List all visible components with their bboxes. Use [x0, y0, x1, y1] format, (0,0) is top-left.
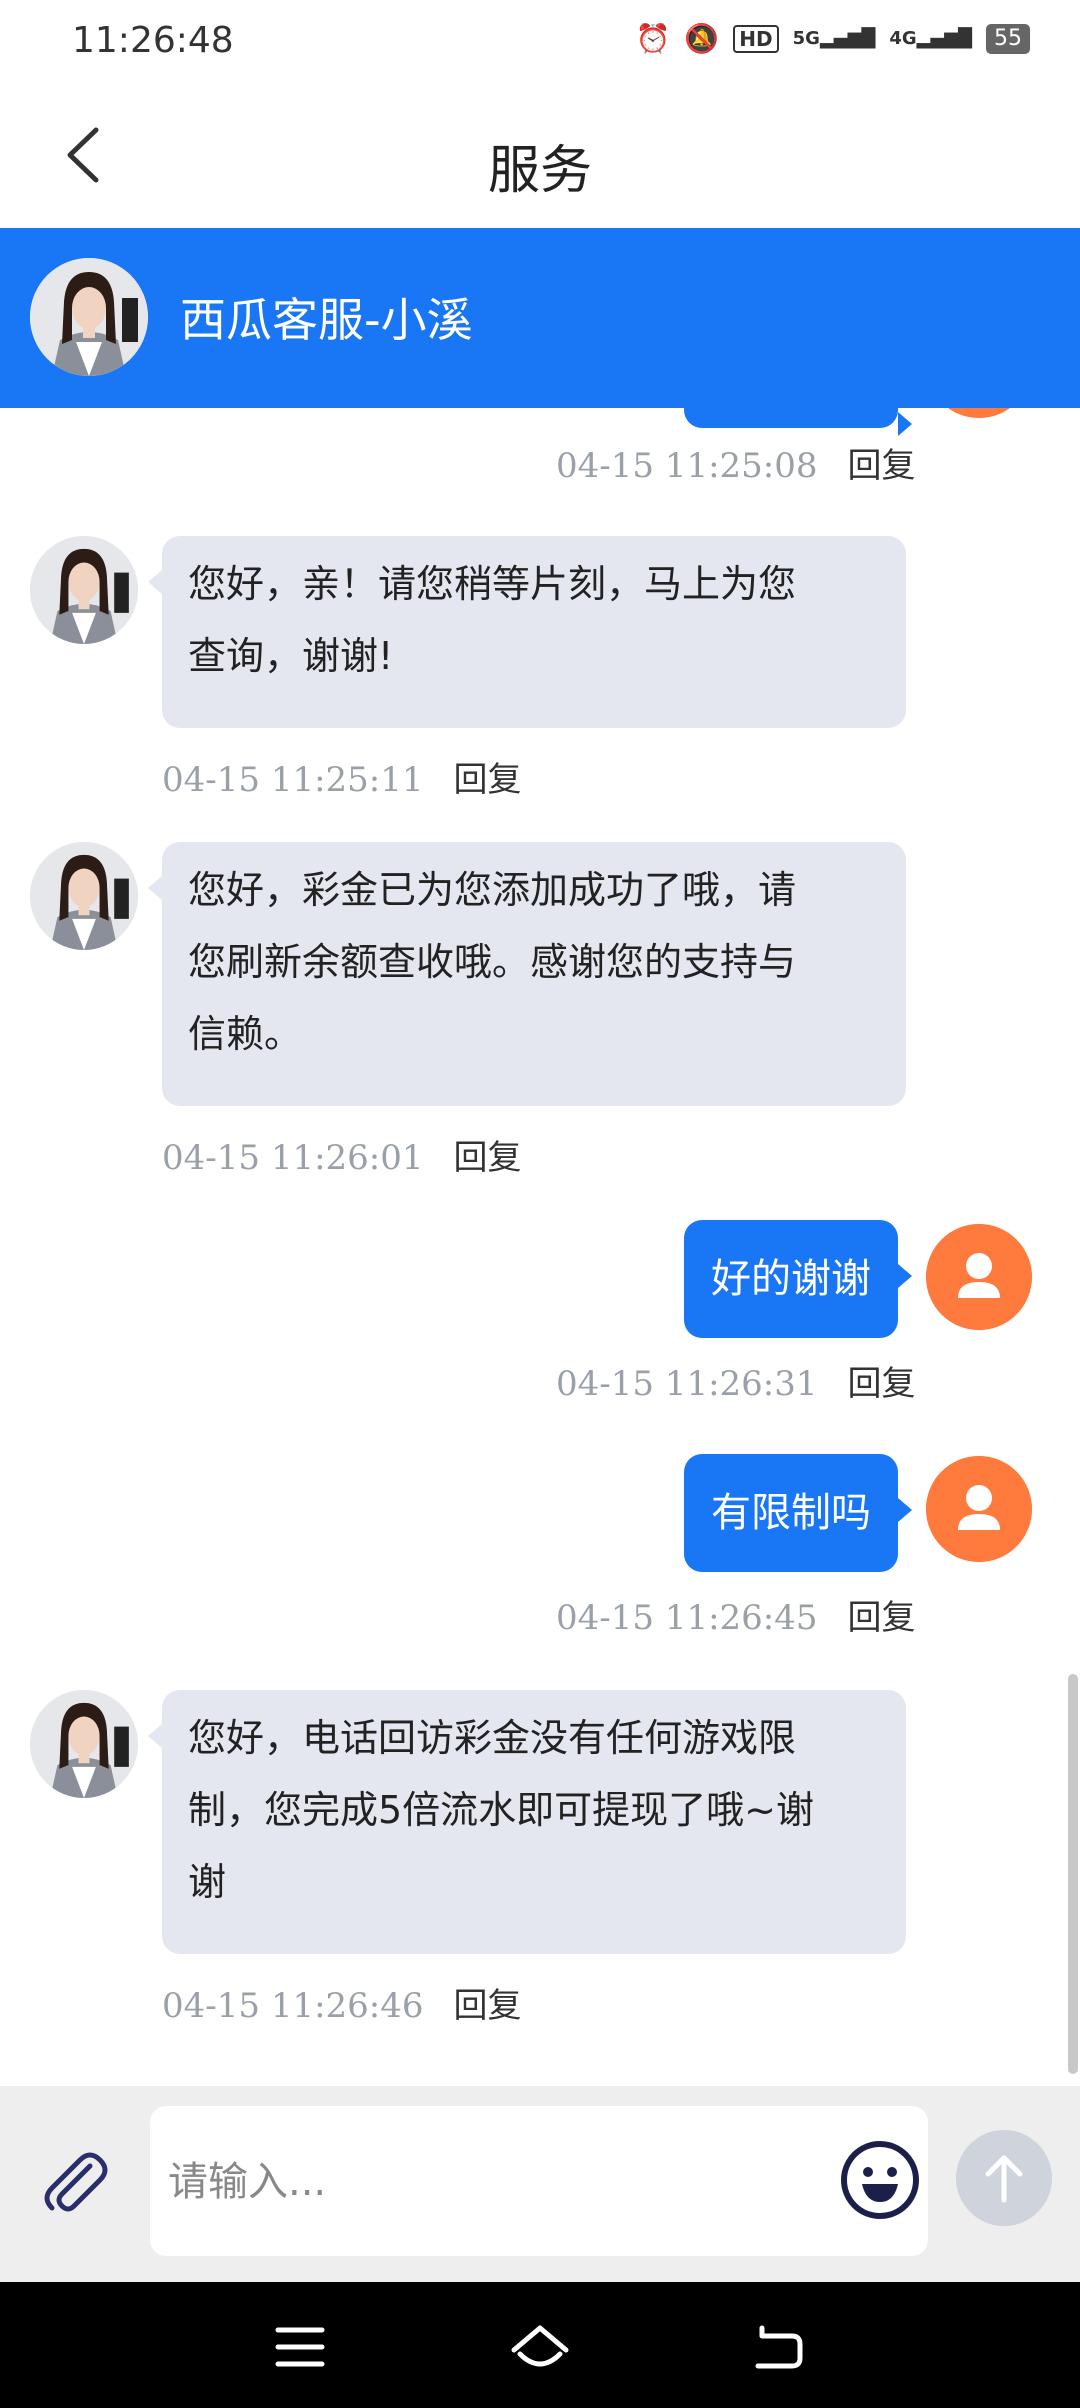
message-time: 04-15 11:25:08: [556, 446, 818, 486]
reply-button[interactable]: 回复: [848, 1598, 916, 1638]
reply-button[interactable]: 回复: [454, 1138, 522, 1178]
agent-header: 西瓜客服-小溪: [0, 228, 1080, 408]
message-line: 您好，亲！请您稍等片刻，马上为您: [188, 562, 797, 606]
mute-icon: 🔕: [684, 22, 720, 55]
hd-badge: HD: [733, 24, 779, 53]
message-bubble: [684, 408, 912, 436]
user-avatar-icon: [926, 1224, 1032, 1330]
message-time: 04-15 11:25:11: [162, 760, 424, 800]
title-bar: 服务: [0, 86, 1080, 229]
message-input[interactable]: [166, 2141, 830, 2223]
user-avatar-icon: [926, 1456, 1032, 1562]
chat-messages[interactable]: 04-15 11:25:08 回复 您好，亲！请您稍等片刻，马上为您 查询，谢谢!…: [0, 408, 1080, 2086]
message-outgoing: 好的谢谢 04-15 11:26:31 回复: [0, 1220, 1080, 1420]
reply-button[interactable]: 回复: [454, 1986, 522, 2026]
message-time: 04-15 11:26:45: [556, 1598, 818, 1638]
paperclip-icon[interactable]: [36, 2144, 112, 2220]
message-meta: 04-15 11:26:45 回复: [556, 1590, 916, 1639]
signal-5g-label: 5G: [792, 28, 820, 49]
message-bubble: 您好，亲！请您稍等片刻，马上为您 查询，谢谢!: [148, 536, 906, 728]
user-avatar-icon: [926, 408, 1032, 418]
agent-avatar: [30, 842, 138, 950]
message-time: 04-15 11:26:31: [556, 1364, 818, 1404]
status-time: 11:26:48: [72, 20, 234, 61]
signal-4g-label: 4G: [889, 28, 917, 49]
reply-button[interactable]: 回复: [848, 1364, 916, 1404]
send-button[interactable]: [956, 2130, 1052, 2226]
alarm-icon: ⏰: [635, 22, 671, 55]
message-time: 04-15 11:26:01: [162, 1138, 424, 1178]
message-meta: 04-15 11:25:08 回复: [556, 438, 916, 487]
agent-avatar: [30, 536, 138, 644]
agent-name: 西瓜客服-小溪: [180, 293, 473, 347]
message-outgoing: 04-15 11:25:08 回复: [0, 408, 1080, 518]
message-bubble: 您好，电话回访彩金没有任何游戏限 制，您完成5倍流水即可提现了哦~谢 谢: [148, 1690, 906, 1954]
system-nav-bar: [0, 2282, 1080, 2408]
message-meta: 04-15 11:26:46 回复: [162, 1978, 522, 2027]
page-title: 服务: [487, 141, 592, 201]
message-incoming: 您好，彩金已为您添加成功了哦，请 您刷新余额查收哦。感谢您的支持与 信赖。 04…: [0, 842, 1080, 1182]
message-line: 制，您完成5倍流水即可提现了哦~谢: [188, 1788, 815, 1832]
message-incoming: 您好，电话回访彩金没有任何游戏限 制，您完成5倍流水即可提现了哦~谢 谢 04-…: [0, 1690, 1080, 2030]
reply-button[interactable]: 回复: [848, 446, 916, 486]
reply-button[interactable]: 回复: [454, 760, 522, 800]
message-line: 您刷新余额查收哦。感谢您的支持与: [188, 940, 797, 984]
menu-icon[interactable]: [270, 2320, 330, 2374]
message-time: 04-15 11:26:46: [162, 1986, 424, 2026]
message-bubble: 您好，彩金已为您添加成功了哦，请 您刷新余额查收哦。感谢您的支持与 信赖。: [148, 842, 906, 1106]
message-line: 信赖。: [188, 1012, 303, 1056]
message-outgoing: 有限制吗 04-15 11:26:45 回复: [0, 1454, 1080, 1654]
message-line: 您好，电话回访彩金没有任何游戏限: [188, 1716, 797, 1760]
message-bubble: 好的谢谢: [684, 1220, 912, 1338]
message-input-box: [150, 2106, 928, 2256]
battery-icon: 55: [986, 23, 1030, 54]
message-meta: 04-15 11:25:11 回复: [162, 752, 522, 801]
home-icon[interactable]: [508, 2320, 572, 2374]
input-bar: [0, 2086, 1080, 2282]
status-icons: ⏰ 🔕 HD 5G▂▄▆█ 4G▂▄▆█ 55: [636, 22, 1030, 55]
chat-scrollbar[interactable]: [1068, 1674, 1078, 2074]
smiley-icon[interactable]: [838, 2138, 922, 2222]
agent-avatar: [30, 1690, 138, 1798]
signal-4g-icon: 4G▂▄▆█: [889, 28, 972, 49]
message-bubble: 有限制吗: [684, 1454, 912, 1572]
back-icon[interactable]: [748, 2320, 808, 2374]
message-meta: 04-15 11:26:31 回复: [556, 1356, 916, 1405]
message-meta: 04-15 11:26:01 回复: [162, 1130, 522, 1179]
signal-5g-icon: 5G▂▄▆█: [792, 28, 876, 49]
message-line: 您好，彩金已为您添加成功了哦，请: [188, 868, 797, 912]
status-bar: 11:26:48 ⏰ 🔕 HD 5G▂▄▆█ 4G▂▄▆█ 55: [0, 0, 1080, 86]
message-text: 有限制吗: [711, 1490, 871, 1536]
agent-avatar: [30, 258, 148, 376]
message-line: 查询，谢谢!: [188, 634, 394, 678]
message-text: 好的谢谢: [711, 1256, 871, 1302]
message-incoming: 您好，亲！请您稍等片刻，马上为您 查询，谢谢! 04-15 11:25:11 回复: [0, 536, 1080, 800]
message-line: 谢: [188, 1860, 227, 1904]
